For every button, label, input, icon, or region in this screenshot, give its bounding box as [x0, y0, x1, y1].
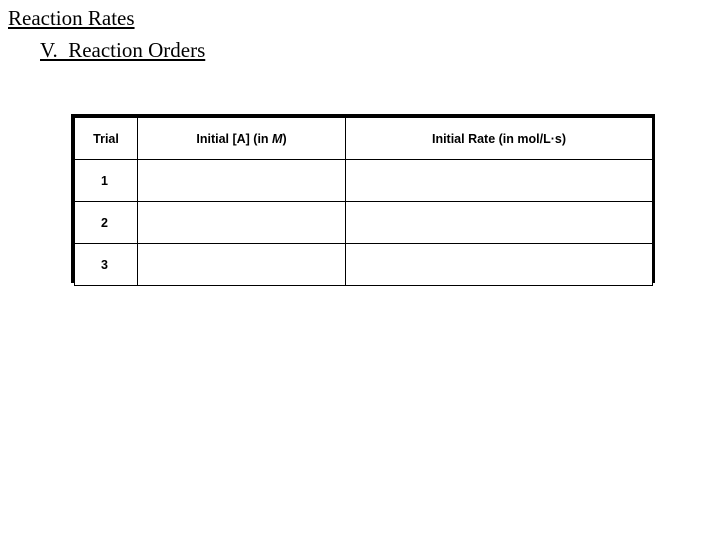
page-subtitle: V. Reaction Orders — [40, 38, 205, 63]
page-title-text: Reaction Rates — [8, 6, 135, 30]
table-row: 2 — [74, 201, 653, 244]
page-title: Reaction Rates — [8, 6, 135, 31]
cell-initial-concentration[interactable] — [137, 201, 346, 244]
reaction-orders-table-container: Trial Initial [A] (in M) Initial Rate (i… — [71, 114, 655, 286]
table-header-row: Trial Initial [A] (in M) Initial Rate (i… — [74, 117, 653, 160]
column-header-trial: Trial — [74, 117, 138, 160]
cell-trial-number: 3 — [74, 243, 138, 286]
column-header-concentration-prefix: Initial [A] (in — [196, 131, 273, 146]
cell-initial-concentration[interactable] — [137, 243, 346, 286]
column-header-initial-concentration: Initial [A] (in M) — [137, 117, 346, 160]
reaction-orders-table: Trial Initial [A] (in M) Initial Rate (i… — [74, 117, 653, 286]
table-row: 1 — [74, 159, 653, 202]
cell-initial-rate[interactable] — [345, 159, 653, 202]
cell-trial-number: 1 — [74, 159, 138, 202]
page-subtitle-text: V. Reaction Orders — [40, 38, 206, 62]
table-row: 3 — [74, 243, 653, 286]
column-header-initial-rate: Initial Rate (in mol/L·s) — [345, 117, 653, 160]
cell-trial-number: 2 — [74, 201, 138, 244]
cell-initial-rate[interactable] — [345, 243, 653, 286]
column-header-concentration-suffix: ) — [282, 131, 287, 146]
cell-initial-concentration[interactable] — [137, 159, 346, 202]
column-header-concentration-unit: M — [272, 131, 283, 146]
cell-initial-rate[interactable] — [345, 201, 653, 244]
